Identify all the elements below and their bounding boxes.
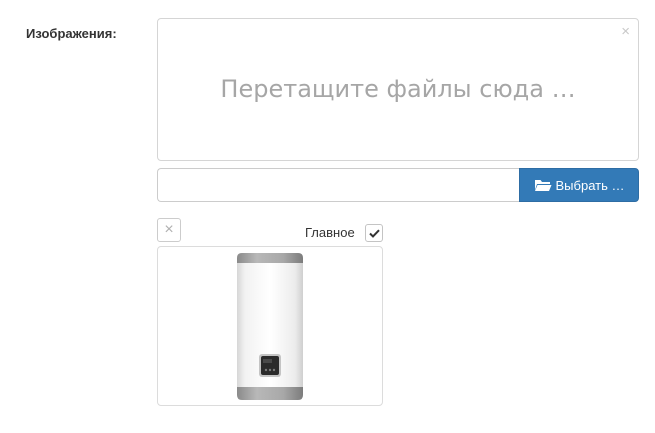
file-caption-input[interactable] [157, 168, 520, 202]
main-image-checkbox[interactable] [365, 224, 383, 242]
close-icon[interactable]: × [621, 22, 630, 42]
image-preview-frame [157, 246, 383, 406]
images-field-label: Изображения: [26, 26, 117, 41]
close-icon: × [164, 221, 174, 238]
water-heater-image [237, 253, 303, 400]
remove-image-button[interactable]: × [157, 218, 181, 242]
drop-zone-placeholder: Перетащите файлы сюда … [220, 75, 576, 103]
browse-files-button[interactable]: Выбрать … [519, 168, 639, 202]
file-drop-zone[interactable]: Перетащите файлы сюда … × [157, 18, 639, 161]
folder-open-icon [534, 180, 551, 191]
check-icon [368, 229, 380, 238]
main-image-label: Главное [305, 225, 355, 240]
browse-button-label: Выбрать … [555, 177, 625, 193]
